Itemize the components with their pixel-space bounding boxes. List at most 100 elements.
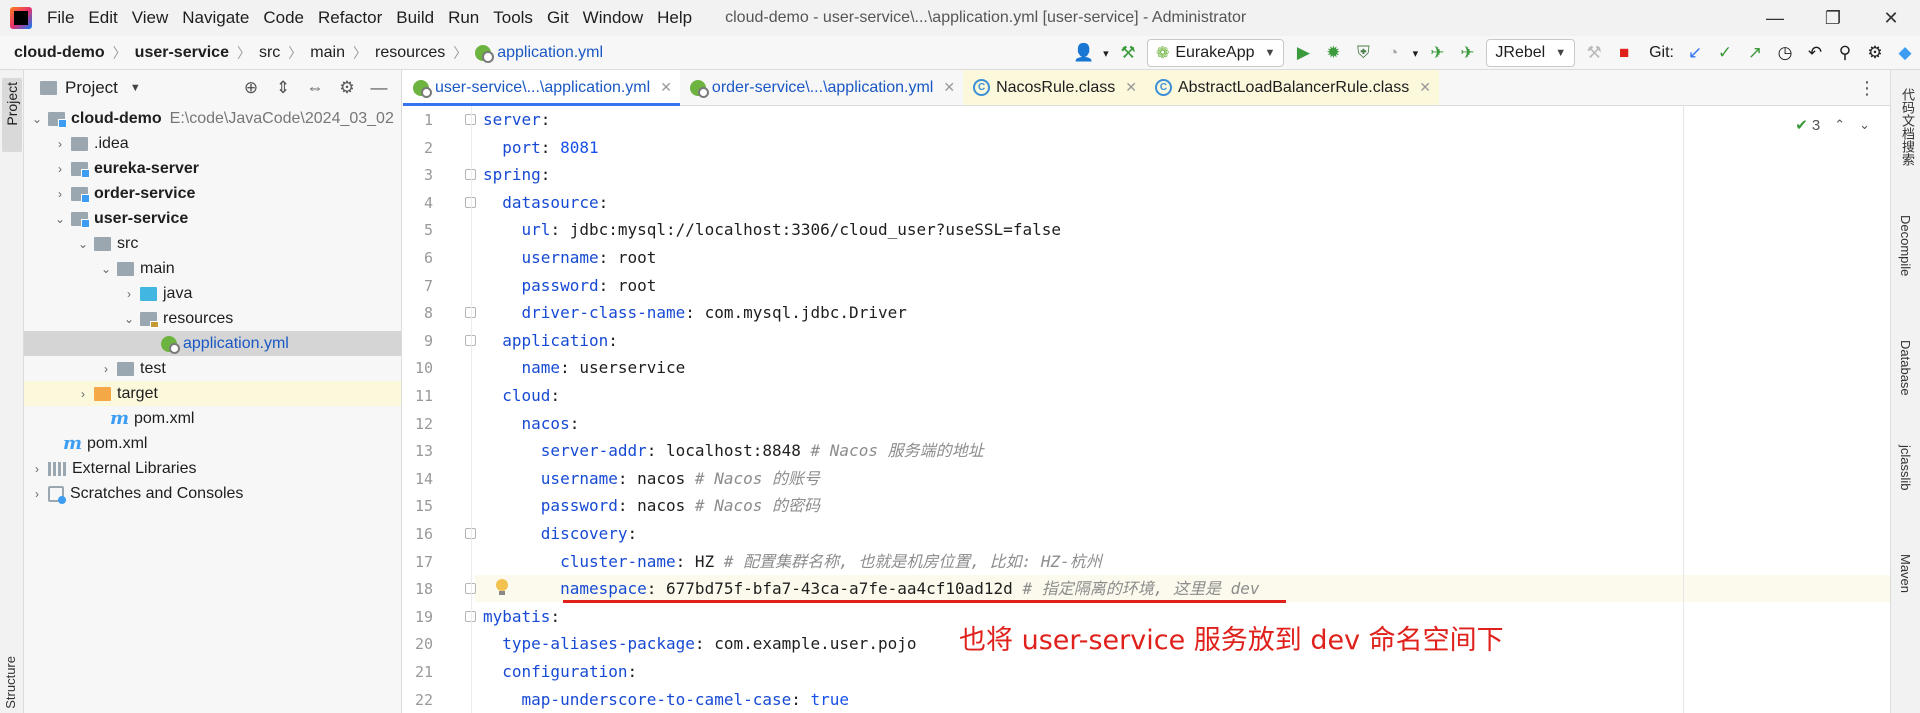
chevron-right-icon[interactable]: › xyxy=(97,362,115,376)
chevron-down-icon[interactable]: ▾ xyxy=(1408,38,1422,68)
chevron-down-icon[interactable]: ⌄ xyxy=(51,212,69,226)
collapse-all-icon[interactable]: ⇔ xyxy=(299,78,331,98)
breadcrumb-file[interactable]: application.yml xyxy=(497,44,603,62)
tab-user-service-yml[interactable]: user-service\...\application.yml ✕ xyxy=(403,70,680,106)
chevron-down-icon[interactable]: ⌄ xyxy=(97,262,115,276)
locate-file-icon[interactable]: ⊕ xyxy=(235,78,267,98)
menu-navigate[interactable]: Navigate xyxy=(175,0,256,36)
menu-build[interactable]: Build xyxy=(389,0,441,36)
chevron-down-icon[interactable]: ⌄ xyxy=(1859,117,1870,133)
menu-refactor[interactable]: Refactor xyxy=(311,0,389,36)
restore-button[interactable]: ❐ xyxy=(1804,0,1862,36)
menu-code[interactable]: Code xyxy=(256,0,311,36)
tree-item-user-service[interactable]: ⌄ user-service xyxy=(24,206,401,231)
tree-item-target[interactable]: › target xyxy=(24,381,401,406)
menu-view[interactable]: View xyxy=(125,0,176,36)
tree-item-cloud-demo[interactable]: ⌄ cloud-demo E:\code\JavaCode\2024_03_02 xyxy=(24,106,401,131)
tab-abstract-lb-rule-class[interactable]: C AbstractLoadBalancerRule.class ✕ xyxy=(1144,70,1439,105)
inspection-widget[interactable]: ✔ 3 ⌃ ⌄ xyxy=(1795,116,1870,135)
breadcrumb-module[interactable]: user-service xyxy=(135,44,229,62)
tree-item-pom-user[interactable]: m pom.xml xyxy=(24,406,401,431)
profile-icon[interactable]: ◔ xyxy=(1378,38,1408,68)
chevron-right-icon[interactable]: › xyxy=(28,462,46,476)
tree-item-idea[interactable]: › .idea xyxy=(24,131,401,156)
project-tool-button[interactable]: Project xyxy=(2,78,22,152)
debug-bug-icon[interactable]: ✹ xyxy=(1318,38,1348,68)
close-icon[interactable]: ✕ xyxy=(1419,79,1431,96)
build-hammer-icon[interactable]: ⚒ xyxy=(1113,38,1143,68)
minimize-button[interactable]: — xyxy=(1746,0,1804,36)
lightbulb-icon[interactable] xyxy=(495,579,509,597)
git-push-icon[interactable]: ↗ xyxy=(1740,38,1770,68)
database-tool-button[interactable]: Database xyxy=(1898,340,1913,396)
menu-file[interactable]: File xyxy=(40,0,81,36)
history-clock-icon[interactable]: ◷ xyxy=(1770,38,1800,68)
menu-help[interactable]: Help xyxy=(650,0,699,36)
coverage-icon[interactable]: ⛨ xyxy=(1348,38,1378,68)
run-configuration-select[interactable]: ❁ EurakeApp ▼ xyxy=(1146,39,1285,67)
git-commit-icon[interactable]: ✓ xyxy=(1710,38,1740,68)
tree-item-application-yml[interactable]: application.yml xyxy=(24,331,401,356)
jrebel-debug-icon[interactable]: ✈ xyxy=(1452,38,1482,68)
jrebel-run-icon[interactable]: ✈ xyxy=(1422,38,1452,68)
search-icon[interactable]: ⚲ xyxy=(1830,38,1860,68)
menu-tools[interactable]: Tools xyxy=(486,0,540,36)
gear-icon[interactable]: ⚙ xyxy=(331,78,363,98)
close-icon[interactable]: ✕ xyxy=(1125,79,1137,96)
tab-order-service-yml[interactable]: order-service\...\application.yml ✕ xyxy=(680,70,963,105)
chevron-down-icon[interactable]: ⌄ xyxy=(74,237,92,251)
rollback-icon[interactable]: ↶ xyxy=(1800,38,1830,68)
tree-item-external-libraries[interactable]: › External Libraries xyxy=(24,456,401,481)
chevron-right-icon[interactable]: › xyxy=(51,162,69,176)
run-icon[interactable]: ▶ xyxy=(1288,38,1318,68)
close-icon[interactable]: ✕ xyxy=(660,79,672,96)
tree-item-java[interactable]: › java xyxy=(24,281,401,306)
tree-item-resources[interactable]: ⌄ resources xyxy=(24,306,401,331)
menu-edit[interactable]: Edit xyxy=(81,0,124,36)
tree-item-test[interactable]: › test xyxy=(24,356,401,381)
git-update-icon[interactable]: ↙ xyxy=(1680,38,1710,68)
chevron-right-icon[interactable]: › xyxy=(74,387,92,401)
chevron-right-icon[interactable]: › xyxy=(28,487,46,501)
breadcrumb-resources[interactable]: resources xyxy=(375,44,445,62)
menu-git[interactable]: Git xyxy=(540,0,576,36)
structure-tool-button[interactable]: Structure xyxy=(3,656,18,709)
chevron-down-icon[interactable]: ⌄ xyxy=(28,112,46,126)
chevron-down-icon[interactable]: ⌄ xyxy=(120,312,138,326)
chevron-down-icon[interactable]: ▼ xyxy=(130,82,141,94)
user-profile-icon[interactable]: 👤 xyxy=(1069,38,1099,68)
breadcrumb-project[interactable]: cloud-demo xyxy=(14,44,105,62)
maven-tool-button[interactable]: Maven xyxy=(1898,554,1913,593)
menu-window[interactable]: Window xyxy=(576,0,650,36)
project-panel-title[interactable]: Project xyxy=(65,78,118,98)
chevron-right-icon[interactable]: › xyxy=(51,137,69,151)
gear-icon[interactable]: ⚙ xyxy=(1860,38,1890,68)
close-icon[interactable]: ✕ xyxy=(943,79,955,96)
tree-item-scratches[interactable]: › Scratches and Consoles xyxy=(24,481,401,506)
hammer-disabled-icon[interactable]: ⚒ xyxy=(1579,38,1609,68)
chevron-right-icon[interactable]: › xyxy=(120,287,138,301)
decompile-tool-button[interactable]: Decompile xyxy=(1898,215,1913,276)
chevron-down-icon[interactable]: ▾ xyxy=(1099,38,1113,68)
stop-icon[interactable]: ■ xyxy=(1609,38,1639,68)
breadcrumb-main[interactable]: main xyxy=(310,44,345,62)
toolbox-icon[interactable]: ◆ xyxy=(1890,38,1920,68)
jrebel-select[interactable]: JRebel ▼ xyxy=(1486,39,1576,67)
chevron-right-icon[interactable]: › xyxy=(51,187,69,201)
tree-item-eureka-server[interactable]: › eureka-server xyxy=(24,156,401,181)
tree-item-main[interactable]: ⌄ main xyxy=(24,256,401,281)
expand-all-icon[interactable]: ⇕ xyxy=(267,78,299,98)
hide-panel-icon[interactable]: — xyxy=(363,78,395,98)
more-tabs-icon[interactable]: ⋮ xyxy=(1858,70,1876,106)
chevron-up-icon[interactable]: ⌃ xyxy=(1834,117,1845,133)
tree-item-pom-root[interactable]: m pom.xml xyxy=(24,431,401,456)
tab-nacos-rule-class[interactable]: C NacosRule.class ✕ xyxy=(963,70,1145,105)
menu-run[interactable]: Run xyxy=(441,0,486,36)
tree-item-src[interactable]: ⌄ src xyxy=(24,231,401,256)
close-window-button[interactable]: ✕ xyxy=(1862,0,1920,36)
code-doc-search-tool-button[interactable]: 代码文档搜索 xyxy=(1898,88,1917,166)
tree-item-order-service[interactable]: › order-service xyxy=(24,181,401,206)
jclasslib-tool-button[interactable]: jclasslib xyxy=(1898,445,1913,491)
breadcrumb-src[interactable]: src xyxy=(259,44,280,62)
